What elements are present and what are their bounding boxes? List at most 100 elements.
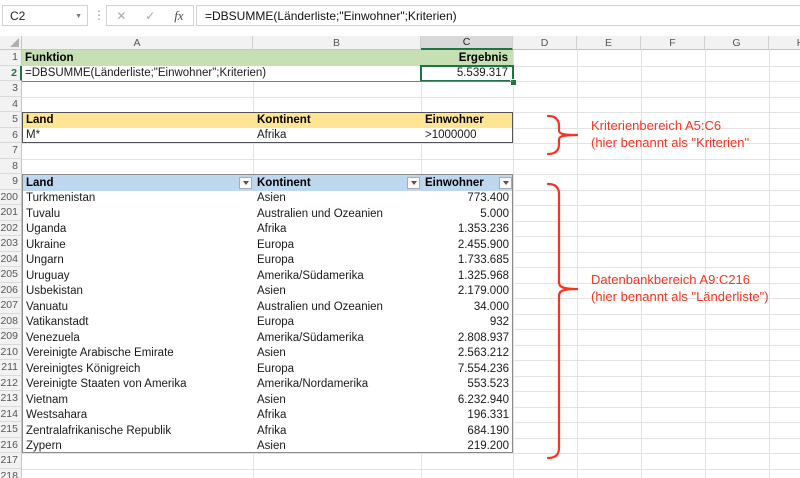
filter-button-einwohner[interactable] — [499, 176, 512, 189]
cell-land[interactable]: Ukraine — [23, 237, 254, 253]
cell-land[interactable]: Usbekistan — [23, 284, 254, 300]
cell-einwohner[interactable]: 684.190 — [422, 423, 514, 439]
column-header-H[interactable]: H — [769, 36, 800, 50]
cell-einwohner[interactable]: 773.400 — [422, 191, 514, 207]
column-header-B[interactable]: B — [253, 36, 421, 50]
row-header-213[interactable]: 213 — [0, 391, 22, 407]
cell-kontinent[interactable]: Asien — [254, 346, 422, 362]
cell-kontinent[interactable]: Asien — [254, 284, 422, 300]
row-header-218[interactable]: 218 — [0, 468, 22, 478]
cell-einwohner[interactable]: 553.523 — [422, 377, 514, 393]
cell-land[interactable]: Tuvalu — [23, 206, 254, 222]
cell-a1[interactable]: Funktion — [22, 50, 253, 66]
cell-kontinent[interactable]: Europa — [254, 361, 422, 377]
row-header-5[interactable]: 5 — [0, 112, 22, 128]
cell-c1[interactable]: Ergebnis — [421, 50, 513, 66]
cell-land[interactable]: Uruguay — [23, 268, 254, 284]
chevron-down-icon[interactable]: ▼ — [75, 13, 82, 20]
row-header-8[interactable]: 8 — [0, 158, 22, 174]
cell-kontinent[interactable]: Afrika — [254, 423, 422, 439]
cell-a6[interactable]: M* — [23, 128, 254, 143]
row-header-9[interactable]: 9 — [0, 174, 22, 190]
cell-kontinent[interactable]: Australien und Ozeanien — [254, 206, 422, 222]
cell-land[interactable]: Vatikanstadt — [23, 315, 254, 331]
cell-einwohner[interactable]: 6.232.940 — [422, 392, 514, 408]
row-header-216[interactable]: 216 — [0, 437, 22, 453]
cell-einwohner[interactable]: 932 — [422, 315, 514, 331]
row-header-207[interactable]: 207 — [0, 298, 22, 314]
cell-land[interactable]: Turkmenistan — [23, 191, 254, 207]
cell-land[interactable]: Vietnam — [23, 392, 254, 408]
cell-land[interactable]: Uganda — [23, 222, 254, 238]
row-header-204[interactable]: 204 — [0, 251, 22, 267]
column-header-F[interactable]: F — [641, 36, 705, 50]
cell-land[interactable]: Vereinigte Staaten von Amerika — [23, 377, 254, 393]
row-header-2[interactable]: 2 — [0, 65, 22, 81]
column-header-A[interactable]: A — [22, 36, 253, 50]
cell-land[interactable]: Zentralafrikanische Republik — [23, 423, 254, 439]
row-header-4[interactable]: 4 — [0, 96, 22, 112]
row-header-6[interactable]: 6 — [0, 127, 22, 143]
row-header-209[interactable]: 209 — [0, 329, 22, 345]
name-box[interactable]: C2 ▼ — [2, 5, 88, 26]
row-header-212[interactable]: 212 — [0, 375, 22, 391]
row-header-203[interactable]: 203 — [0, 236, 22, 252]
cell-a5[interactable]: Land — [23, 113, 254, 128]
cell-einwohner[interactable]: 2.563.212 — [422, 346, 514, 362]
cell-land[interactable]: Vereinigte Arabische Emirate — [23, 346, 254, 362]
cell-land[interactable]: Vereinigtes Königreich — [23, 361, 254, 377]
cell-land[interactable]: Zypern — [23, 439, 254, 455]
column-header-C[interactable]: C — [421, 36, 513, 50]
cell-land[interactable]: Vanuatu — [23, 299, 254, 315]
enter-icon[interactable]: ✓ — [145, 9, 155, 23]
row-header-1[interactable]: 1 — [0, 50, 22, 66]
cell-land[interactable]: Venezuela — [23, 330, 254, 346]
row-header-205[interactable]: 205 — [0, 267, 22, 283]
row-header-3[interactable]: 3 — [0, 81, 22, 97]
filter-button-land[interactable] — [239, 176, 252, 189]
row-header-202[interactable]: 202 — [0, 220, 22, 236]
cell-einwohner[interactable]: 34.000 — [422, 299, 514, 315]
cell-einwohner[interactable]: 2.808.937 — [422, 330, 514, 346]
select-all-button[interactable] — [0, 36, 22, 50]
cell-b5[interactable]: Kontinent — [254, 113, 422, 128]
cell-kontinent[interactable]: Afrika — [254, 408, 422, 424]
cell-einwohner[interactable]: 5.000 — [422, 206, 514, 222]
cell-einwohner[interactable]: 196.331 — [422, 408, 514, 424]
cell-c6[interactable]: >1000000 — [422, 128, 514, 143]
cell-kontinent[interactable]: Amerika/Nordamerika — [254, 377, 422, 393]
cell-kontinent[interactable]: Asien — [254, 392, 422, 408]
cell-einwohner[interactable]: 1.353.236 — [422, 222, 514, 238]
cell-kontinent[interactable]: Europa — [254, 253, 422, 269]
formula-input[interactable]: =DBSUMME(Länderliste;"Einwohner";Kriteri… — [196, 5, 800, 26]
cell-einwohner[interactable]: 2.179.000 — [422, 284, 514, 300]
cell-land[interactable]: Ungarn — [23, 253, 254, 269]
column-header-G[interactable]: G — [705, 36, 769, 50]
row-header-211[interactable]: 211 — [0, 360, 22, 376]
cell-a9[interactable]: Land — [23, 175, 254, 191]
cell-kontinent[interactable]: Europa — [254, 315, 422, 331]
cell-einwohner[interactable]: 219.200 — [422, 439, 514, 455]
cell-einwohner[interactable]: 7.554.236 — [422, 361, 514, 377]
cell-kontinent[interactable]: Amerika/Südamerika — [254, 268, 422, 284]
row-header-206[interactable]: 206 — [0, 282, 22, 298]
cell-a2-formula[interactable]: =DBSUMME(Länderliste;"Einwohner";Kriteri… — [22, 66, 402, 82]
cell-land[interactable]: Westsahara — [23, 408, 254, 424]
cell-b6[interactable]: Afrika — [254, 128, 422, 143]
cell-einwohner[interactable]: 1.325.968 — [422, 268, 514, 284]
cancel-icon[interactable]: ✕ — [116, 9, 126, 23]
row-header-7[interactable]: 7 — [0, 143, 22, 159]
row-header-214[interactable]: 214 — [0, 406, 22, 422]
row-header-217[interactable]: 217 — [0, 453, 22, 469]
cell-kontinent[interactable]: Amerika/Südamerika — [254, 330, 422, 346]
cell-kontinent[interactable]: Asien — [254, 439, 422, 455]
cell-kontinent[interactable]: Asien — [254, 191, 422, 207]
row-header-208[interactable]: 208 — [0, 313, 22, 329]
cell-c5[interactable]: Einwohner — [422, 113, 514, 128]
cell-b9[interactable]: Kontinent — [254, 175, 422, 191]
row-header-201[interactable]: 201 — [0, 205, 22, 221]
row-header-215[interactable]: 215 — [0, 422, 22, 438]
cell-kontinent[interactable]: Europa — [254, 237, 422, 253]
insert-function-icon[interactable]: fx — [174, 8, 183, 24]
cell-kontinent[interactable]: Australien und Ozeanien — [254, 299, 422, 315]
